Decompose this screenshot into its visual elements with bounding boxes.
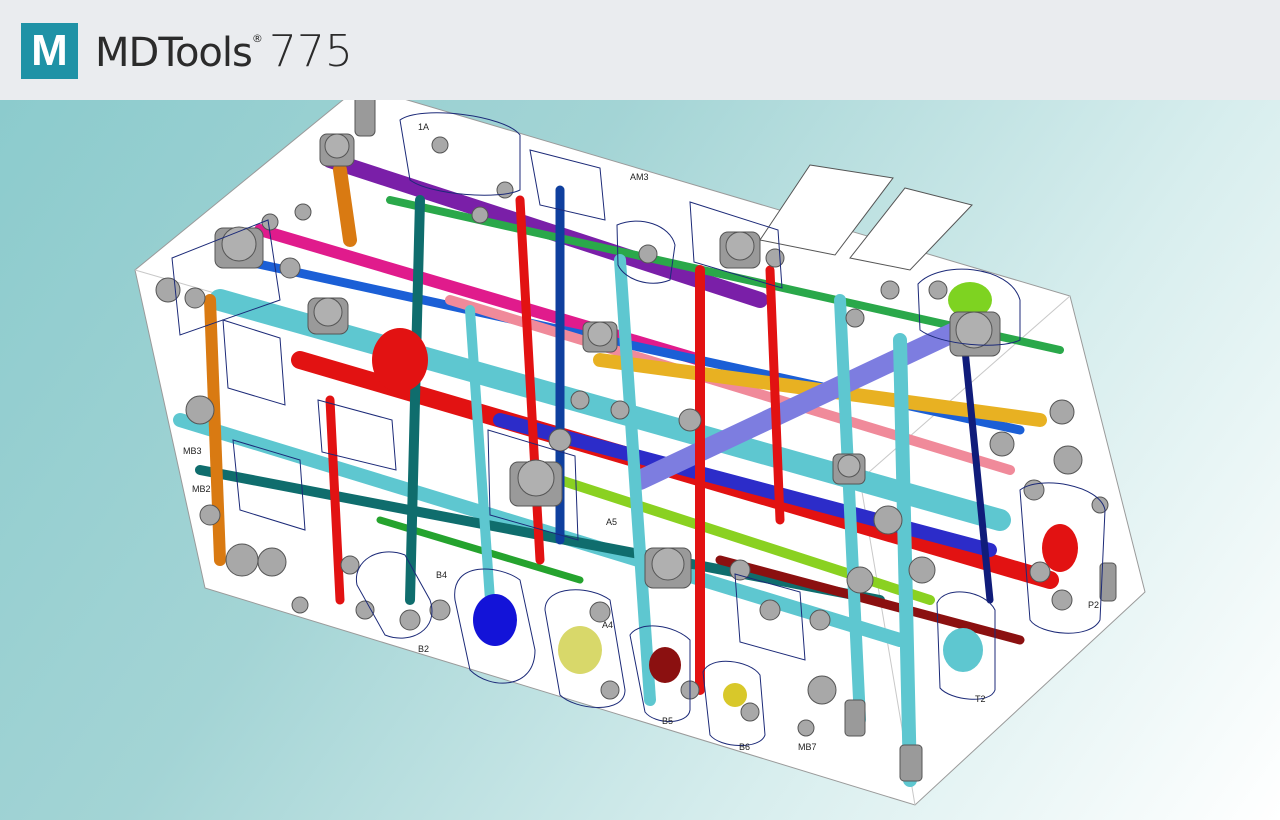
port-label-1a: 1A <box>418 122 429 132</box>
port-label-mb3: MB3 <box>183 446 202 456</box>
port-label-p2: P2 <box>1088 600 1099 610</box>
mdtools-logo-icon: M <box>21 23 78 79</box>
port-label-mb7: MB7 <box>798 742 817 752</box>
product-title: MDTools® 775 <box>95 22 353 82</box>
port-label-mb2: MB2 <box>192 484 211 494</box>
port-label-b5: B5 <box>662 716 673 726</box>
model-viewport[interactable]: MB3 MB2 B4 B2 A4 A5 B5 B6 MB7 T2 P2 1A A… <box>0 100 1280 820</box>
port-label-b6: B6 <box>739 742 750 752</box>
port-label-b4: B4 <box>436 570 447 580</box>
port-label-t2: T2 <box>975 694 986 704</box>
port-label-a5: A5 <box>606 517 617 527</box>
port-label-a4: A4 <box>602 620 613 630</box>
registered-mark: ® <box>251 32 263 45</box>
port-label-am3: AM3 <box>630 172 649 182</box>
header-bar: M MDTools® 775 <box>0 0 1280 100</box>
manifold-3d-model: MB3 MB2 B4 B2 A4 A5 B5 B6 MB7 T2 P2 1A A… <box>134 100 1146 806</box>
port-label-b2: B2 <box>418 644 429 654</box>
product-version: 775 <box>268 26 353 77</box>
product-name: MDTools <box>95 30 253 76</box>
